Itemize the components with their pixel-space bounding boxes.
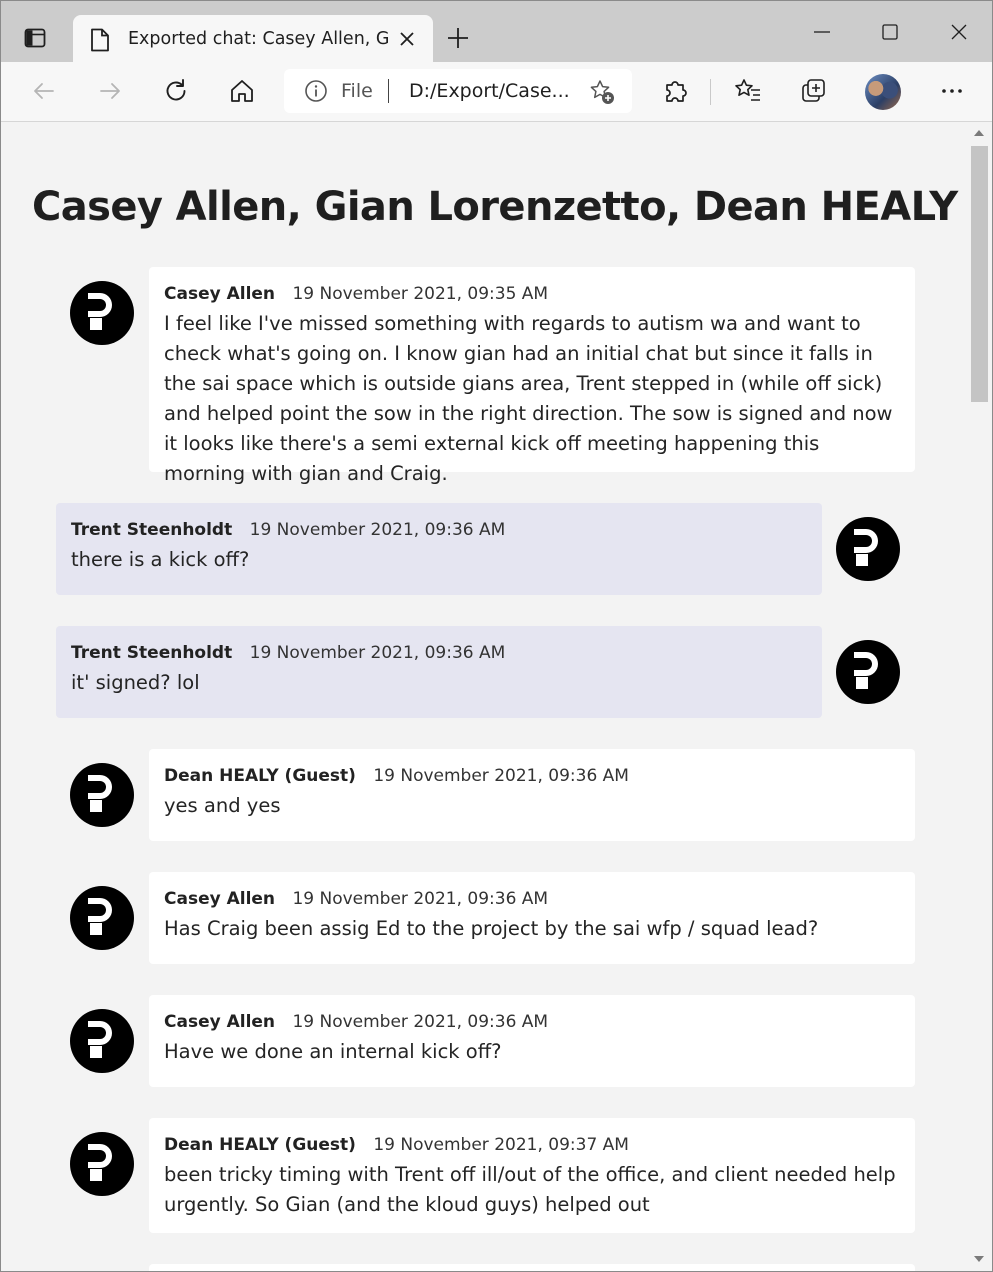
- browser-toolbar: File D:/Export/Case...: [1, 62, 992, 122]
- chat-message: Casey Allen 19 November 2021, 09:36 AM H…: [1, 872, 967, 964]
- profile-avatar[interactable]: [865, 74, 901, 110]
- browser-window: Exported chat: Casey Allen, Gian File D:…: [0, 0, 993, 1272]
- message-timestamp: 19 November 2021, 09:37 AM: [373, 1135, 629, 1155]
- chat-message: Dean HEALY (Guest) 19 November 2021, 09:…: [1, 749, 967, 841]
- message-bubble: Trent Steenholdt 19 November 2021, 09:36…: [56, 503, 822, 595]
- favorites-list-icon[interactable]: [733, 76, 763, 106]
- title-bar: Exported chat: Casey Allen, Gian: [1, 1, 992, 62]
- message-text: Has Craig been assig Ed to the project b…: [164, 917, 819, 940]
- message-bubble: Casey Allen 19 November 2021, 09:36 AM H…: [149, 872, 915, 964]
- message-sender: Trent Steenholdt: [71, 643, 233, 663]
- message-text: Have we done an internal kick off?: [164, 1040, 502, 1063]
- scroll-down-arrow-icon[interactable]: [974, 1256, 984, 1262]
- message-timestamp: 19 November 2021, 09:36 AM: [292, 889, 549, 909]
- message-meta: Casey Allen 19 November 2021, 09:35 AM: [164, 282, 899, 306]
- message-bubble: Dean HEALY (Guest) 19 November 2021, 09:…: [149, 1118, 915, 1233]
- message-sender: Casey Allen: [164, 284, 276, 304]
- info-icon[interactable]: [304, 79, 328, 107]
- refresh-icon[interactable]: [161, 76, 191, 106]
- message-bubble-partial: [149, 1264, 915, 1271]
- home-icon[interactable]: [227, 76, 257, 106]
- ellipsis-icon[interactable]: [937, 76, 967, 106]
- message-bubble: Trent Steenholdt 19 November 2021, 09:36…: [56, 626, 822, 718]
- document-icon: [90, 28, 110, 56]
- address-separator: [388, 79, 389, 103]
- scroll-up-arrow-icon[interactable]: [974, 130, 984, 136]
- chat-message: Dean HEALY (Guest) 19 November 2021, 09:…: [1, 1118, 967, 1233]
- avatar: [70, 1132, 134, 1196]
- tab-actions-icon[interactable]: [15, 18, 55, 58]
- chat-message: Trent Steenholdt 19 November 2021, 09:36…: [1, 503, 967, 595]
- chat-message: Casey Allen 19 November 2021, 09:36 AM H…: [1, 995, 967, 1087]
- message-bubble: Casey Allen 19 November 2021, 09:35 AM I…: [149, 267, 915, 485]
- address-url[interactable]: D:/Export/Case...: [409, 79, 569, 103]
- avatar: [70, 763, 134, 827]
- avatar: [836, 640, 900, 704]
- toolbar-divider: [710, 79, 711, 105]
- arrow-left-icon[interactable]: [29, 76, 59, 106]
- chat-message: Trent Steenholdt 19 November 2021, 09:36…: [1, 626, 967, 718]
- message-text: been tricky timing with Trent off ill/ou…: [164, 1163, 896, 1216]
- message-bubble: Casey Allen 19 November 2021, 09:36 AM H…: [149, 995, 915, 1087]
- arrow-right-icon[interactable]: [95, 76, 125, 106]
- vertical-scrollbar[interactable]: [967, 122, 992, 1271]
- message-sender: Casey Allen: [164, 1012, 276, 1032]
- message-bubble: Dean HEALY (Guest) 19 November 2021, 09:…: [149, 749, 915, 841]
- message-text: yes and yes: [164, 794, 281, 817]
- message-timestamp: 19 November 2021, 09:36 AM: [373, 766, 629, 786]
- browser-tab[interactable]: Exported chat: Casey Allen, Gian: [73, 15, 433, 62]
- minimize-icon[interactable]: [809, 19, 835, 45]
- message-sender: Dean HEALY (Guest): [164, 1135, 356, 1155]
- message-sender: Trent Steenholdt: [71, 520, 233, 540]
- window-close-icon[interactable]: [946, 19, 972, 45]
- message-timestamp: 19 November 2021, 09:35 AM: [292, 284, 549, 304]
- page-content: Casey Allen, Gian Lorenzetto, Dean HEALY…: [1, 122, 967, 1271]
- plus-icon[interactable]: [445, 25, 471, 51]
- message-sender: Dean HEALY (Guest): [164, 766, 356, 786]
- scroll-thumb[interactable]: [971, 146, 988, 402]
- avatar: [836, 517, 900, 581]
- message-meta: Trent Steenholdt 19 November 2021, 09:36…: [71, 518, 806, 542]
- address-scheme-label: File: [341, 80, 373, 102]
- message-sender: Casey Allen: [164, 889, 276, 909]
- message-text: I feel like I've missed something with r…: [164, 312, 893, 485]
- tab-title: Exported chat: Casey Allen, Gian: [128, 29, 388, 49]
- message-meta: Casey Allen 19 November 2021, 09:36 AM: [164, 887, 899, 911]
- avatar: [70, 886, 134, 950]
- maximize-icon[interactable]: [877, 19, 903, 45]
- message-timestamp: 19 November 2021, 09:36 AM: [249, 520, 506, 540]
- close-icon[interactable]: [397, 29, 417, 49]
- message-meta: Casey Allen 19 November 2021, 09:36 AM: [164, 1010, 899, 1034]
- message-text: it' signed? lol: [71, 671, 200, 694]
- chat-message: Casey Allen 19 November 2021, 09:35 AM I…: [1, 267, 967, 485]
- address-bar[interactable]: File D:/Export/Case...: [284, 69, 632, 113]
- message-meta: Trent Steenholdt 19 November 2021, 09:36…: [71, 641, 806, 665]
- message-meta: Dean HEALY (Guest) 19 November 2021, 09:…: [164, 1133, 899, 1157]
- avatar: [70, 281, 134, 345]
- puzzle-icon[interactable]: [660, 76, 690, 106]
- message-timestamp: 19 November 2021, 09:36 AM: [292, 1012, 549, 1032]
- collections-icon[interactable]: [799, 76, 829, 106]
- message-text: there is a kick off?: [71, 548, 250, 571]
- avatar: [70, 1009, 134, 1073]
- message-timestamp: 19 November 2021, 09:36 AM: [249, 643, 506, 663]
- message-meta: Dean HEALY (Guest) 19 November 2021, 09:…: [164, 764, 899, 788]
- star-plus-icon[interactable]: [588, 78, 616, 110]
- page-title: Casey Allen, Gian Lorenzetto, Dean HEALY: [32, 184, 958, 230]
